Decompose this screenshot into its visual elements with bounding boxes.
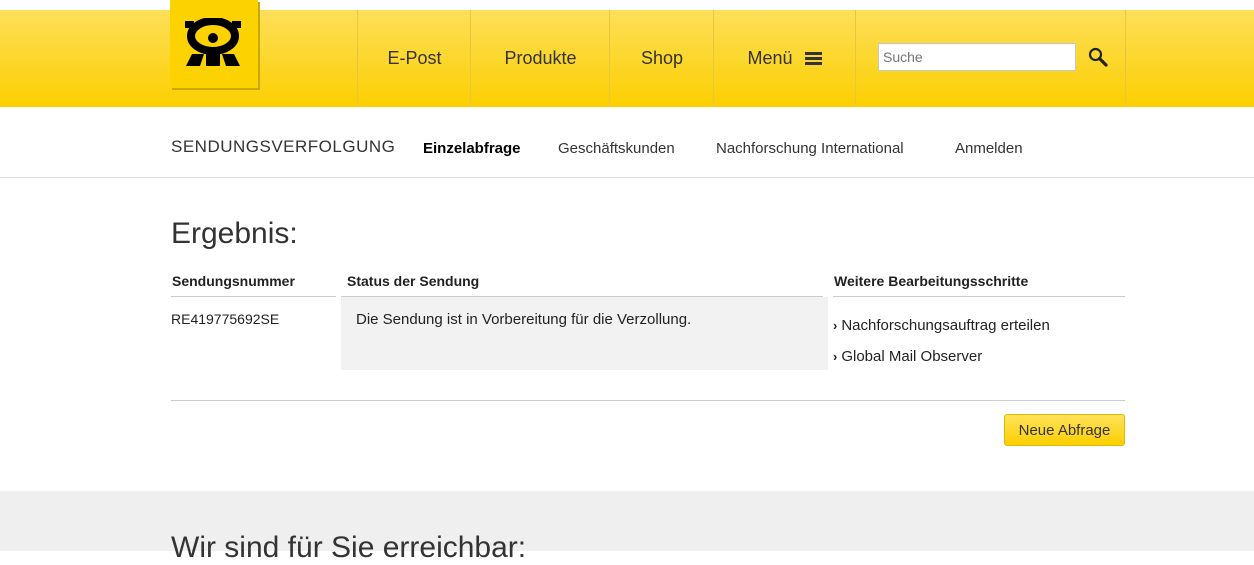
step-label: Global Mail Observer <box>841 348 983 365</box>
nav-menu[interactable]: Menü <box>713 10 856 107</box>
chevron-right-icon: › <box>833 318 838 333</box>
header-underline <box>833 296 1125 297</box>
search-icon[interactable] <box>1088 47 1108 67</box>
divider <box>171 400 1125 401</box>
subnav-geschaeftskunden[interactable]: Geschäftskunden <box>558 140 675 157</box>
section-title: SENDUNGSVERFOLGUNG <box>171 137 396 156</box>
search-input[interactable] <box>878 43 1076 71</box>
step-link-global-mail-observer[interactable]: › Global Mail Observer <box>833 341 1050 372</box>
status-cell: Die Sendung ist in Vorbereitung für die … <box>341 297 828 370</box>
result-heading: Ergebnis: <box>171 217 298 250</box>
subnav-anmelden[interactable]: Anmelden <box>955 140 1023 157</box>
subnav-nachforschung-international[interactable]: Nachforschung International <box>716 140 904 157</box>
new-query-button[interactable]: Neue Abfrage <box>1004 414 1125 446</box>
nav-produkte[interactable]: Produkte <box>470 10 610 107</box>
col-header-sendungsnummer: Sendungsnummer <box>172 273 295 289</box>
subnav-einzelabfrage[interactable]: Einzelabfrage <box>423 140 521 157</box>
steps-list: › Nachforschungsauftrag erteilen › Globa… <box>833 310 1050 372</box>
step-link-nachforschungsauftrag[interactable]: › Nachforschungsauftrag erteilen <box>833 310 1050 341</box>
footer-title: Wir sind für Sie erreichbar: <box>171 531 527 564</box>
header-underline <box>171 296 336 297</box>
sub-navigation: SENDUNGSVERFOLGUNG Einzelabfrage Geschäf… <box>0 107 1254 178</box>
nav-shop[interactable]: Shop <box>609 10 714 107</box>
search-area <box>855 10 1126 107</box>
col-header-status: Status der Sendung <box>347 273 480 289</box>
footer-section: Wir sind für Sie erreichbar: <box>0 491 1254 564</box>
post-horn-icon <box>185 18 241 66</box>
nav-e-post[interactable]: E-Post <box>357 10 471 107</box>
tracking-number: RE419775692SE <box>171 311 280 327</box>
chevron-right-icon: › <box>833 349 838 364</box>
col-header-bearbeitungsschritte: Weitere Bearbeitungsschritte <box>834 273 1029 289</box>
step-label: Nachforschungsauftrag erteilen <box>841 317 1050 334</box>
hamburger-icon <box>804 50 822 67</box>
status-text: Die Sendung ist in Vorbereitung für die … <box>356 311 692 328</box>
nav-menu-label: Menü <box>747 48 793 68</box>
deutsche-post-logo[interactable] <box>170 0 258 88</box>
